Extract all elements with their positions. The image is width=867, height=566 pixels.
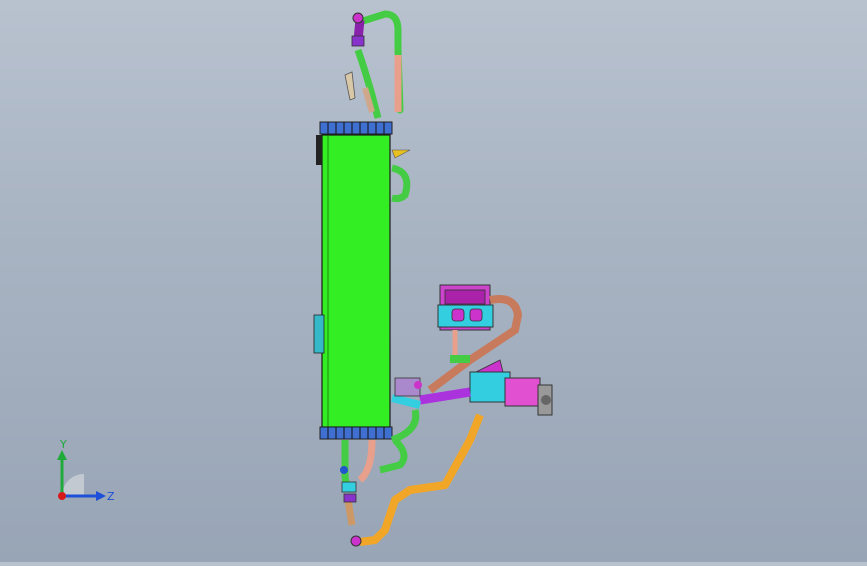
z-axis-arrow	[96, 491, 106, 501]
assembly-drawing[interactable]	[0, 0, 867, 562]
z-axis-label: Z	[107, 490, 115, 503]
origin-dot	[58, 492, 66, 500]
water-pump[interactable]	[391, 359, 553, 416]
triad-arc-shading	[62, 474, 84, 496]
cad-viewport[interactable]: Y Z	[0, 0, 867, 562]
y-axis-label: Y	[59, 438, 67, 451]
bottom-tank[interactable]	[319, 426, 393, 440]
upper-hose-assembly[interactable]	[344, 10, 404, 119]
top-tank[interactable]	[319, 121, 393, 135]
coordinate-triad: Y Z	[57, 438, 115, 503]
y-axis-arrow	[57, 450, 67, 460]
